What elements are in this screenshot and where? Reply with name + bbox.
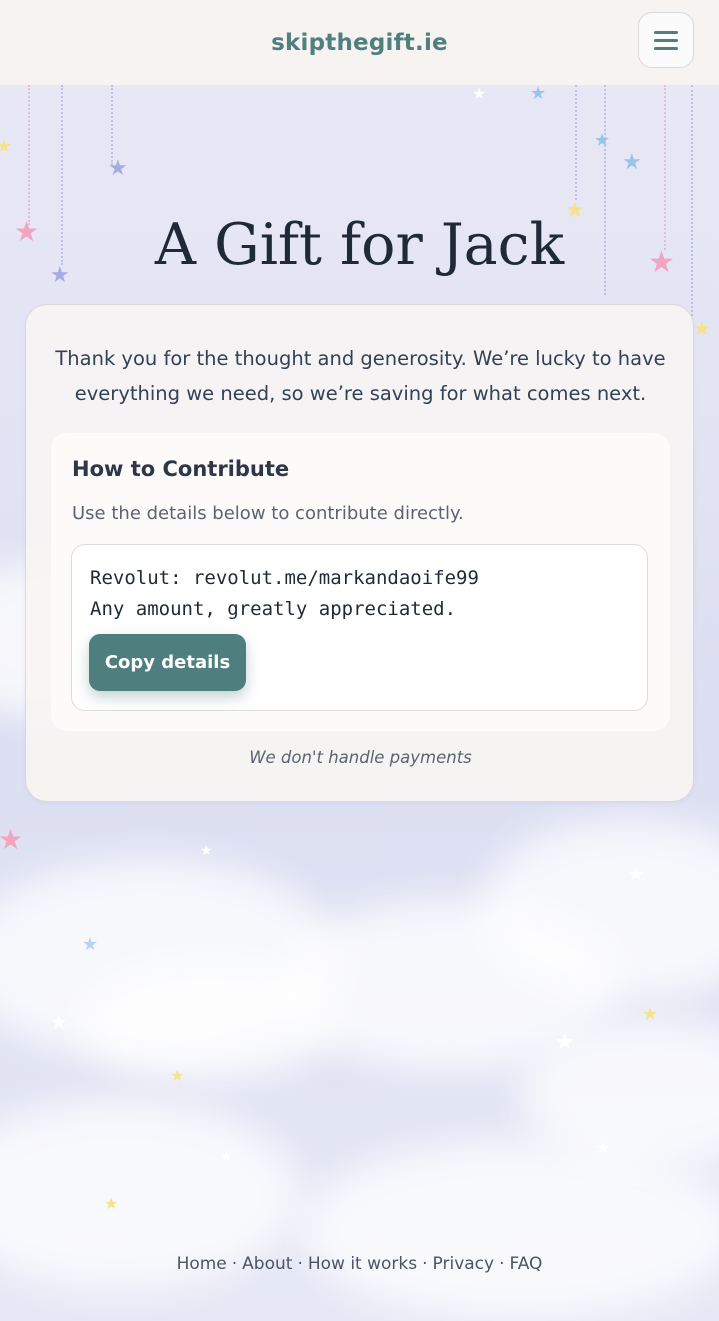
star-icon: ★ [200,843,213,859]
hamburger-menu-icon [654,30,678,34]
footer-link-how-it-works[interactable]: How it works [308,1254,417,1274]
footer-link-faq[interactable]: FAQ [510,1254,543,1274]
footer-separator: · [499,1254,505,1274]
star-icon: ★ [642,1004,659,1025]
star-icon: ★ [530,83,547,104]
gift-card: Thank you for the thought and generosity… [25,304,694,802]
intro-text: Thank you for the thought and generosity… [55,347,666,405]
footer-separator: · [297,1254,303,1274]
footer-link-about[interactable]: About [242,1254,292,1274]
hamburger-menu-icon-line [654,38,678,42]
page-title: A Gift for Jack [154,212,565,278]
star-icon: ★ [220,1149,233,1165]
brand-logo[interactable]: skipthegift.ie [271,30,448,56]
contribute-heading: How to Contribute [72,457,290,481]
star-icon: ★ [82,934,99,955]
star-icon: ★ [628,864,645,885]
star-icon: ★ [622,150,642,175]
star-icon: ★ [104,1194,119,1213]
footer-separator: · [231,1254,238,1274]
star-icon: ★ [693,316,711,340]
footer-link-home[interactable]: Home [177,1254,227,1274]
contribute-panel: How to Contribute Use the details below … [51,433,670,731]
payment-details-text[interactable]: Revolut: revolut.me/markandaoife99 Any a… [90,563,479,625]
star-icon: ★ [596,1138,611,1157]
menu-button[interactable] [638,12,694,68]
payments-disclaimer: We don't handle payments [249,748,472,767]
hamburger-menu-icon-line [654,46,678,50]
star-icon: ★ [594,130,611,151]
star-icon: ★ [555,1030,575,1055]
contribute-description: Use the details below to contribute dire… [72,503,464,524]
footer-link-privacy[interactable]: Privacy [433,1254,495,1274]
top-bar: skipthegift.ie [0,0,719,85]
copy-details-button[interactable]: Copy details [89,634,246,691]
star-icon: ★ [0,136,13,157]
star-icon: ★ [0,823,24,856]
payment-details-box: Revolut: revolut.me/markandaoife99 Any a… [71,544,648,711]
footer-separator: · [422,1254,428,1274]
star-icon: ★ [170,1066,185,1085]
star-icon: ★ [50,1010,68,1034]
payment-details-line: Any amount, greatly appreciated. [90,598,457,620]
star-icon: ★ [108,156,128,181]
payment-details-line: Revolut: revolut.me/markandaoife99 [90,567,479,589]
footer-nav: Home · About · How it works · Privacy · FAQ [0,1254,719,1274]
star-icon: ★ [472,84,487,103]
